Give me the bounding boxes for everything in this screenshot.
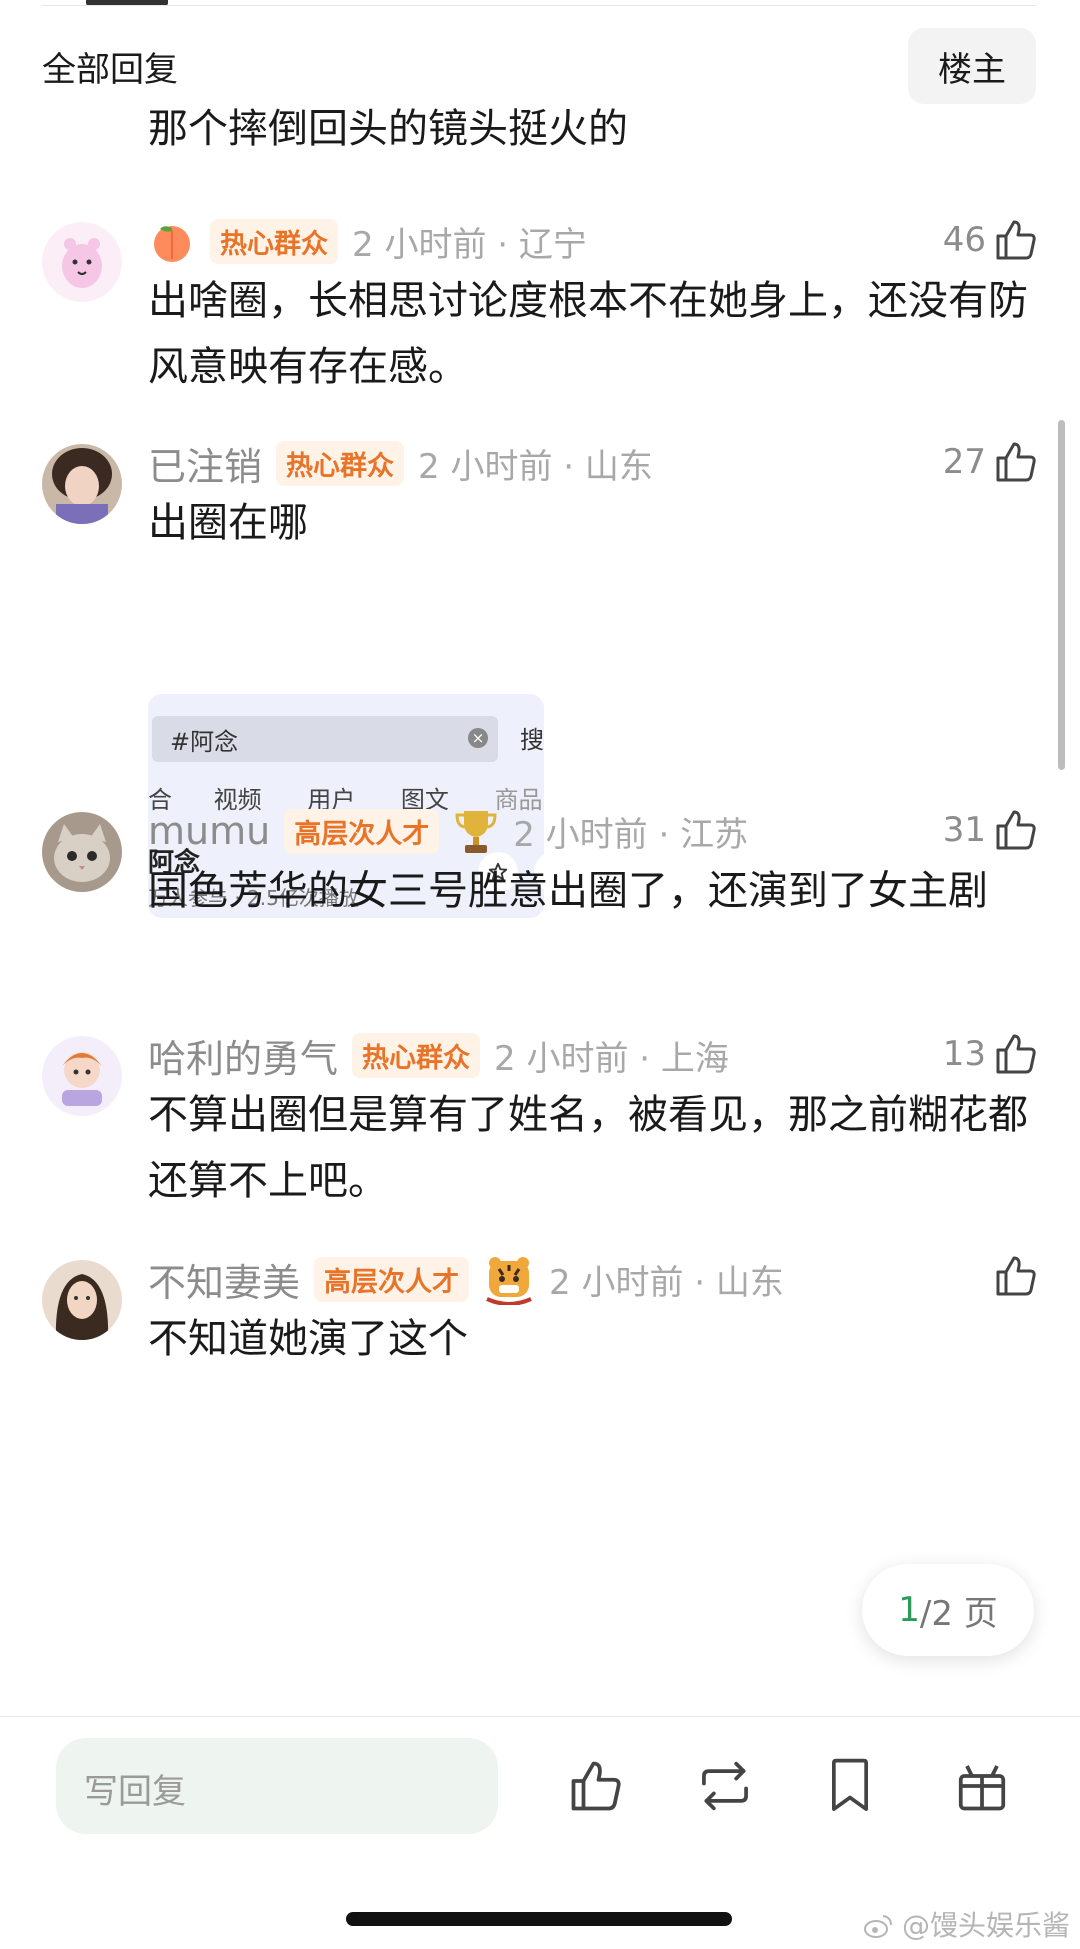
avatar[interactable] bbox=[42, 1036, 122, 1116]
comment-text: 出啥圈，长相思讨论度根本不在她身上，还没有防风意映有存在感。 bbox=[148, 278, 1028, 390]
scrollbar[interactable] bbox=[1058, 420, 1065, 770]
like-button[interactable]: 13 bbox=[943, 1024, 1040, 1084]
avatar[interactable] bbox=[42, 222, 122, 302]
user-tag: 热心群众 bbox=[210, 218, 338, 264]
comment-time: 2 小时前 · 江苏 bbox=[513, 814, 749, 855]
avatar[interactable] bbox=[42, 812, 122, 892]
thumb-up-icon bbox=[996, 442, 1036, 482]
comment-text: 不知道她演了这个 bbox=[148, 1316, 468, 1362]
repost-button[interactable] bbox=[694, 1756, 754, 1816]
like-count: 31 bbox=[942, 810, 986, 850]
comment-meta: 不知妻美 高层次人才 2 小时前 · 山东 bbox=[148, 1252, 784, 1306]
page-current: 1 bbox=[898, 1590, 920, 1630]
user-tag: 热心群众 bbox=[352, 1032, 481, 1078]
section-title: 全部回复 bbox=[42, 50, 178, 90]
watermark-text: @馒头娱乐酱 bbox=[901, 1909, 1070, 1942]
bookmark-icon bbox=[832, 1758, 868, 1811]
avatar[interactable] bbox=[42, 1260, 122, 1340]
like-button[interactable]: 46 bbox=[943, 210, 1040, 270]
comment-meta: 已注销 热心群众 2 小时前 · 山东 bbox=[148, 436, 653, 490]
avatar[interactable] bbox=[42, 444, 122, 524]
comment-time: 2 小时前 · 上海 bbox=[494, 1038, 729, 1079]
thumb-up-icon bbox=[996, 1034, 1036, 1074]
bookmark-button[interactable] bbox=[824, 1756, 884, 1816]
username[interactable]: 哈利的勇气 bbox=[148, 1028, 338, 1083]
thumb-up-icon bbox=[996, 1256, 1036, 1296]
comment-time: 2 小时前 · 山东 bbox=[549, 1262, 784, 1303]
page-total: /2 页 bbox=[919, 1593, 998, 1634]
trophy-icon bbox=[453, 805, 499, 857]
owner-only-button[interactable]: 楼主 bbox=[908, 28, 1036, 104]
like-count: 46 bbox=[942, 220, 986, 260]
like-button[interactable]: 27 bbox=[943, 432, 1040, 492]
tiger-icon bbox=[483, 1253, 535, 1305]
divider bbox=[42, 5, 1036, 6]
home-indicator bbox=[346, 1912, 732, 1926]
comment-time: 2 小时前 · 辽宁 bbox=[352, 224, 587, 265]
comment-text: 不算出圈但是算有了姓名，被看见，那之前糊花都还算不上吧。 bbox=[148, 1092, 1028, 1204]
weibo-icon bbox=[864, 1915, 893, 1938]
thumb-search-button: 搜 bbox=[520, 726, 544, 754]
comment-meta: 哈利的勇气 热心群众 2 小时前 · 上海 bbox=[148, 1028, 729, 1082]
user-tag: 高层次人才 bbox=[314, 1256, 470, 1302]
watermark: @馒头娱乐酱 bbox=[863, 1904, 1070, 1944]
thumb-up-icon bbox=[571, 1761, 621, 1811]
gift-icon bbox=[958, 1765, 1006, 1811]
page-indicator[interactable]: 1/2 页 bbox=[862, 1564, 1034, 1656]
like-count: 13 bbox=[942, 1034, 986, 1074]
repost-icon bbox=[702, 1761, 748, 1811]
username[interactable]: mumu bbox=[148, 809, 270, 853]
comment-time: 2 小时前 · 山东 bbox=[418, 446, 653, 487]
comment-meta: 热心群众 2 小时前 · 辽宁 bbox=[148, 214, 587, 268]
like-button[interactable] bbox=[992, 1246, 1040, 1306]
user-tag: 热心群众 bbox=[276, 440, 405, 486]
gift-button[interactable] bbox=[952, 1756, 1012, 1816]
username[interactable]: 不知妻美 bbox=[148, 1252, 300, 1307]
reply-placeholder: 写回复 bbox=[84, 1772, 186, 1812]
comment-text-top: 那个摔倒回头的镜头挺火的 bbox=[148, 106, 628, 152]
user-tag: 高层次人才 bbox=[284, 808, 440, 854]
thumb-up-icon bbox=[996, 810, 1036, 850]
reply-input[interactable]: 写回复 bbox=[56, 1738, 498, 1834]
thumb-query: #阿念 bbox=[170, 728, 239, 756]
thumb-up-icon bbox=[996, 220, 1036, 260]
username[interactable]: 已注销 bbox=[148, 436, 262, 491]
comment-text: 国色芳华的女三号胜意出圈了，还演到了女主剧 bbox=[148, 868, 988, 914]
comment-text: 出圈在哪 bbox=[148, 500, 308, 546]
comment-meta: mumu 高层次人才 2 小时前 · 江苏 bbox=[148, 804, 748, 858]
peach-icon bbox=[148, 217, 196, 265]
clear-icon: × bbox=[468, 728, 488, 748]
like-post-button[interactable] bbox=[566, 1756, 626, 1816]
like-count: 27 bbox=[942, 442, 986, 482]
divider bbox=[0, 1716, 1080, 1717]
like-button[interactable]: 31 bbox=[943, 800, 1040, 860]
thumb-search-bar: #阿念 × bbox=[152, 716, 498, 762]
